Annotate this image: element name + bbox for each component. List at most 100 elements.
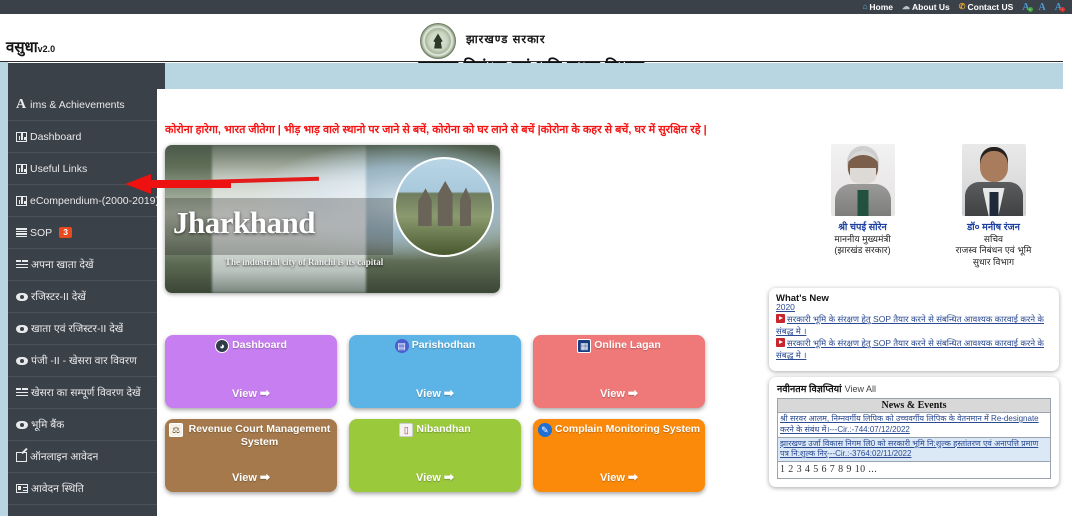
arrow-right-icon: ➡ <box>259 386 270 400</box>
sidebar-item-register-2[interactable]: रजिस्टर-II देखें <box>8 281 157 313</box>
chief-minister-photo <box>830 144 895 216</box>
sidebar-item-label: भूमि बैंक <box>31 418 65 431</box>
eye-icon <box>16 324 28 333</box>
complaint-chat-icon: ✎ <box>537 423 552 437</box>
news-item-text[interactable]: झारखण्ड उर्जा विकास निगम लि0 को सरकारी भ… <box>777 436 1051 463</box>
sidebar-item-label: खेसरा का सम्पूर्ण विवरण देखें <box>31 386 141 399</box>
tile-view-action[interactable]: View ➡ <box>165 386 337 400</box>
official-role-line2: (झारखंड सरकार) <box>834 245 891 256</box>
sidebar-item-useful-links[interactable]: Useful Links <box>8 153 157 185</box>
about-icon: ☁ <box>902 2 910 11</box>
sidebar-item-sop[interactable]: SOP 3 <box>8 217 157 249</box>
tile-view-action[interactable]: View ➡ <box>533 470 705 484</box>
tile-label: Complain Monitoring System <box>554 423 701 435</box>
page-root: ⌂ Home ☁ About Us ✆ Contact US A + A A -… <box>0 0 1072 516</box>
tile-online-lagan[interactable]: ▦ Online Lagan View ➡ <box>533 335 705 408</box>
pagination-row[interactable]: 1 2 3 4 5 6 7 8 9 10 ... <box>777 461 1051 479</box>
whats-new-panel: What's New 2020 सरकारी भूमि के संरक्षण ह… <box>769 288 1059 371</box>
online-lagan-bank-icon: ▦ <box>577 339 592 353</box>
sidebar-item-label: खाता एवं रजिस्टर-II देखें <box>31 322 124 335</box>
sidebar-item-bhumi-bank[interactable]: भूमि बैंक <box>8 409 157 441</box>
nav-contact-us-label: Contact US <box>967 2 1014 12</box>
bar-chart-icon <box>16 163 27 174</box>
view-all-link[interactable]: View All <box>845 384 876 394</box>
tile-view-action[interactable]: View ➡ <box>533 386 705 400</box>
official-chief-minister: श्री चंपई सोरेन माननीय मुख्यमंत्री (झारख… <box>803 144 923 274</box>
tile-revenue-court-management-system[interactable]: ⚖ Revenue Court Management System View ➡ <box>165 419 337 492</box>
nav-contact-us[interactable]: ✆ Contact US <box>959 2 1014 12</box>
arrow-right-icon: ➡ <box>443 386 454 400</box>
sidebar-item-khata-register-2[interactable]: खाता एवं रजिस्टर-II देखें <box>8 313 157 345</box>
whats-new-list: 2020 सरकारी भूमि के संरक्षण हेतु SOP तैय… <box>776 302 1052 361</box>
sidebar-item-khesra-full-details[interactable]: खेसरा का सम्पूर्ण विवरण देखें <box>8 377 157 409</box>
pagination[interactable]: 1 2 3 4 5 6 7 8 9 10 ... <box>777 461 1051 479</box>
page-right-edge <box>1063 62 1072 516</box>
official-role: सचिव राजस्व निबंधन एवं भूमि सुधार विभाग <box>934 234 1054 268</box>
tile-label: Revenue Court Management System <box>188 423 331 449</box>
parishodhan-doc-icon: ▤ <box>394 339 409 353</box>
sidebar-item-label: SOP <box>30 226 53 239</box>
font-normal-label: A <box>1038 1 1046 13</box>
sidebar-item-label: पंजी -II - खेसरा वार विवरण <box>31 354 137 367</box>
sidebar-item-dashboard[interactable]: Dashboard <box>8 121 157 153</box>
tile-parishodhan[interactable]: ▤ Parishodhan View ➡ <box>349 335 521 408</box>
phone-icon: ✆ <box>958 2 966 11</box>
dashboard-gauge-icon: ◕ <box>215 339 230 353</box>
sidebar-item-application-status[interactable]: आवेदन स्थिति <box>8 473 157 505</box>
bar-chart-icon <box>16 195 27 206</box>
whats-new-item[interactable]: सरकारी भूमि के संरक्षण हेतु SOP तैयार कर… <box>776 314 1052 337</box>
half-lines-icon <box>16 388 28 397</box>
arrow-right-icon: ➡ <box>627 386 638 400</box>
news-events-heading: नवीनतम विज्ञप्तियां <box>777 384 842 395</box>
sidebar-item-label: आवेदन स्थिति <box>31 482 84 495</box>
table-column-header: News & Events <box>777 398 1051 413</box>
nav-band <box>165 63 1063 89</box>
tile-nibandhan[interactable]: ▯ Nibandhan View ➡ <box>349 419 521 492</box>
home-icon: ⌂ <box>862 2 868 11</box>
play-bullet-icon <box>776 338 785 348</box>
jharkhand-banner[interactable]: Jharkhand The industrial city of Ranchi … <box>165 145 500 293</box>
service-tiles: ◕ Dashboard View ➡ ▤ Parishodhan View ➡ ▦ <box>165 335 705 503</box>
font-increase-button[interactable]: A + <box>1022 2 1033 13</box>
whats-new-item-text: सरकारी भूमि के संरक्षण हेतु SOP तैयार कर… <box>776 338 1044 360</box>
sidebar-item-label: eCompendium-(2000-2019) <box>30 194 157 207</box>
tile-view-action[interactable]: View ➡ <box>349 470 521 484</box>
news-item-text[interactable]: श्री सरवर आलम, निम्नवर्गीय लिपिक को उच्च… <box>777 412 1051 438</box>
page-left-edge <box>0 62 8 516</box>
sidebar-item-label: Dashboard <box>30 130 82 143</box>
tile-complain-monitoring-system[interactable]: ✎ Complain Monitoring System View ➡ <box>533 419 705 492</box>
sidebar-item-panji-2-khesra[interactable]: पंजी -II - खेसरा वार विवरण <box>8 345 157 377</box>
official-role: माननीय मुख्यमंत्री (झारखंड सरकार) <box>803 234 923 257</box>
sidebar-item-aims-achievements[interactable]: A ims & Achievements <box>8 89 157 121</box>
font-decrease-button[interactable]: A - <box>1055 2 1065 13</box>
arrow-right-icon: ➡ <box>443 470 454 484</box>
tile-view-action[interactable]: View ➡ <box>349 386 521 400</box>
nav-home[interactable]: ⌂ Home <box>863 2 893 12</box>
tile-label: Dashboard <box>232 339 287 351</box>
site-header: वसुधाv2.0 झारखण्ड सरकार राजस्व,निबंधन एव… <box>0 14 1063 76</box>
table-row[interactable]: झारखण्ड उर्जा विकास निगम लि0 को सरकारी भ… <box>777 436 1051 463</box>
news-events-table: News & Events श्री सरवर आलम, निम्नवर्गीय… <box>777 398 1051 479</box>
official-role-line2: राजस्व निबंधन एवं भूमि <box>955 245 1032 256</box>
official-role-line1: माननीय मुख्यमंत्री <box>834 234 891 244</box>
sidebar-item-online-application[interactable]: ऑनलाइन आवेदन <box>8 441 157 473</box>
sidebar-item-label: ims & Achievements <box>30 98 125 111</box>
table-row[interactable]: श्री सरवर आलम, निम्नवर्गीय लिपिक को उच्च… <box>777 412 1051 438</box>
whats-new-item[interactable]: सरकारी भूमि के संरक्षण हेतु SOP तैयार कर… <box>776 338 1052 361</box>
sidebar-item-label: रजिस्टर-II देखें <box>31 290 86 303</box>
nav-about-us[interactable]: ☁ About Us <box>902 2 950 12</box>
font-normal-button[interactable]: A <box>1039 2 1046 13</box>
tile-label: Parishodhan <box>411 339 476 351</box>
brand-logo[interactable]: वसुधाv2.0 <box>6 37 55 57</box>
brand-version: v2.0 <box>37 44 56 54</box>
sidebar-item-apna-khata[interactable]: अपना खाता देखें <box>8 249 157 281</box>
gavel-icon: ⚖ <box>169 423 183 437</box>
table-header-row: News & Events <box>777 398 1051 413</box>
sidebar-item-ecompendium[interactable]: eCompendium-(2000-2019) <box>8 185 157 217</box>
tile-dashboard[interactable]: ◕ Dashboard View ➡ <box>165 335 337 408</box>
arrow-right-icon: ➡ <box>259 470 270 484</box>
tile-view-action[interactable]: View ➡ <box>165 470 337 484</box>
covid-awareness-marquee: कोरोना हारेगा, भारत जीतेगा | भीड़ भाड़ व… <box>165 123 707 136</box>
plus-dot-icon: + <box>1027 6 1033 12</box>
nav-band-left <box>0 63 165 89</box>
